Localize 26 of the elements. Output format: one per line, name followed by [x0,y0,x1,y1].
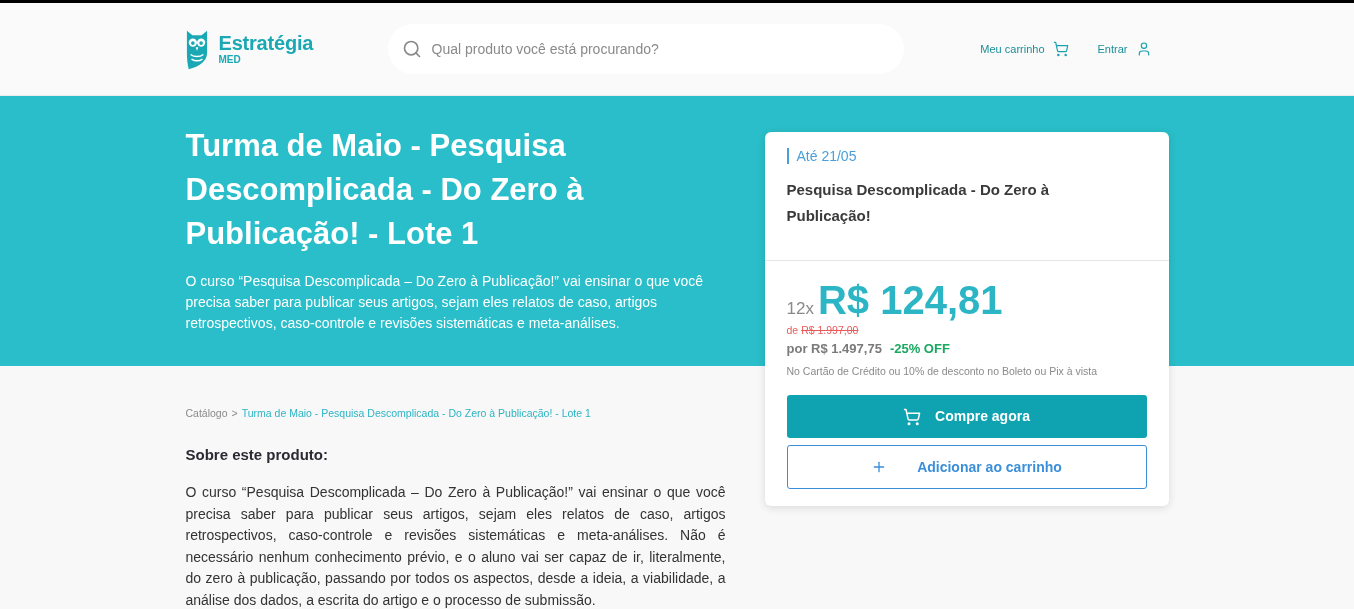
installment-price: R$ 124,81 [817,277,1003,323]
login-link[interactable]: Entrar [1097,40,1152,58]
owl-logo-icon [185,28,208,70]
breadcrumb-separator: > [231,406,238,420]
brand-subtitle: MED [218,55,241,65]
product-description: O curso “Pesquisa Descomplicada – Do Zero à Publicação!” vai ensinar o que você precisa saber para publicar seus artigos, sejam eles relatos de caso, artigos retrospectivos, caso-controle e revisões sistemáticas e meta-análises. Não é necessário nenhum conhecimento prévio, e o aluno vai ser capaz de ir, literalmente, do zero à publicação, passando por todos os aspectos, desde a ideia, a viabilidade, a análise dos dados, a escrita do artigo e o processo de submissão. [185,483,726,609]
course-title: Turma de Maio - Pesquisa Descomplicada - Do Zero à Publicação! - Lote 1 [185,127,585,253]
sale-price: por R$ 1.497,75 [786,340,882,358]
section-heading: Sobre este produto: [185,445,329,465]
deadline-label: Até 21/05 [786,148,1147,164]
breadcrumb-link[interactable]: Turma de Maio - Pesquisa Descomplicada - Do Zero à Publicação! - Lote 1 [241,406,591,420]
cart-link[interactable]: Meu carrinho [980,40,1069,58]
breadcrumb-link[interactable]: Catálogo [185,406,228,420]
original-price: R$ 1.997,00 [801,323,859,337]
course-summary: O curso “Pesquisa Descomplicada – Do Zero à Publicação!” vai ensinar o que você precisa saber para publicar seus artigos, sejam eles relatos de caso, artigos retrospectivos, caso-controle e revisões sistemáticas e meta-análises. [185,272,704,333]
search-field[interactable]: Qual produto você está procurando? [387,24,904,74]
buy-now-button[interactable]: Compre agora [786,395,1147,438]
product-name: Pesquisa Descomplicada - Do Zero à Publicação! [786,180,1051,226]
cart-icon [903,407,922,426]
original-price-label: de [786,323,799,337]
search-icon [401,39,422,59]
payment-note: No Cartão de Crédito ou 10% de desconto no Boleto ou Pix à vista [786,364,1099,378]
add-to-cart-button[interactable]: Adicionar ao carrinho [786,445,1147,489]
cart-icon [1052,41,1069,57]
installment-count: 12x [786,298,814,320]
discount-text: -25% OFF [889,340,950,358]
